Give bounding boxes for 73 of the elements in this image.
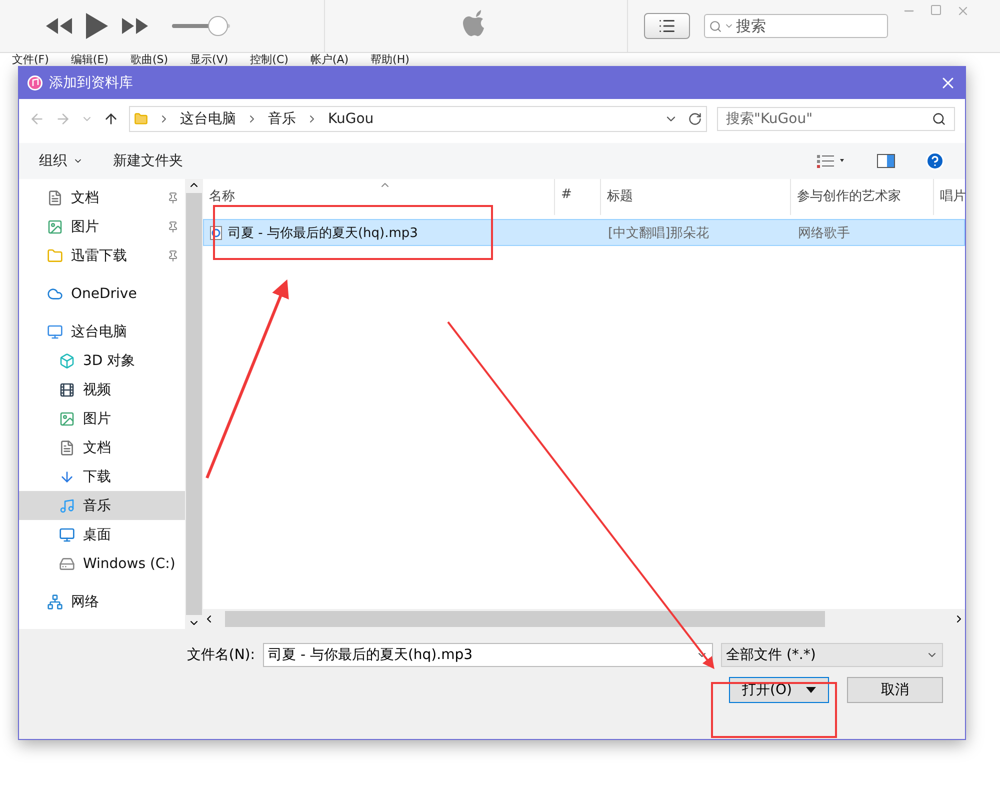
scrollbar[interactable] bbox=[203, 609, 965, 629]
nav-item[interactable]: 这台电脑 bbox=[19, 317, 185, 346]
nav-item[interactable]: 图片 bbox=[19, 404, 185, 433]
column-header[interactable]: 标题 bbox=[601, 179, 791, 215]
nav-item[interactable]: 视频 bbox=[19, 375, 185, 404]
cube-icon bbox=[59, 352, 75, 368]
scrollbar[interactable] bbox=[185, 179, 203, 629]
dialog-title: 添加到资料库 bbox=[49, 74, 134, 92]
table-cell-text: 网络歌手 bbox=[797, 224, 851, 242]
list-icon bbox=[658, 17, 676, 35]
search-icon bbox=[709, 20, 722, 32]
computer-icon bbox=[47, 324, 63, 340]
folder-icon bbox=[47, 248, 63, 264]
caret-icon[interactable] bbox=[806, 687, 816, 693]
music-app-icon bbox=[27, 75, 43, 91]
nav-item[interactable]: 3D 对象 bbox=[19, 346, 185, 375]
help-icon[interactable] bbox=[925, 151, 945, 171]
nav-item[interactable]: 文档 bbox=[19, 433, 185, 462]
file-type-select[interactable]: 全部文件 (*.*) bbox=[721, 643, 943, 667]
menu-item[interactable]: 控制(C) bbox=[250, 53, 288, 66]
menu-item[interactable]: 帮助(H) bbox=[370, 53, 410, 66]
list-view-button[interactable] bbox=[644, 13, 690, 39]
breadcrumb-item[interactable]: 这台电脑 bbox=[180, 110, 236, 128]
image-icon bbox=[47, 218, 63, 234]
breadcrumb-item[interactable]: 音乐 bbox=[268, 110, 296, 128]
folder-icon bbox=[134, 112, 148, 126]
toolbar-button[interactable]: 组织 bbox=[39, 148, 83, 174]
search-icon bbox=[932, 112, 946, 126]
menu-item[interactable]: 文件(F) bbox=[12, 53, 49, 66]
play-icon[interactable] bbox=[86, 13, 108, 39]
nav-item[interactable]: 迅雷下载 bbox=[19, 241, 185, 270]
address-bar[interactable]: 这台电脑 音乐 KuGou bbox=[129, 106, 707, 132]
rewind-icon[interactable] bbox=[46, 18, 72, 34]
menu-item[interactable]: 歌曲(S) bbox=[130, 53, 168, 66]
field-label: 文件名(N): bbox=[186, 646, 255, 664]
column-header[interactable]: # bbox=[555, 179, 601, 215]
menu-item[interactable]: 帐户(A) bbox=[310, 53, 349, 66]
nav-item[interactable]: 下载 bbox=[19, 462, 185, 491]
nav-item[interactable]: 图片 bbox=[19, 212, 185, 241]
column-header[interactable]: 参与创作的艺术家 bbox=[791, 179, 934, 215]
document-icon bbox=[59, 440, 75, 456]
refresh-icon[interactable] bbox=[688, 112, 702, 126]
music-note-icon bbox=[59, 498, 75, 514]
up-icon[interactable] bbox=[103, 111, 119, 127]
view-options-icon[interactable] bbox=[817, 154, 847, 168]
image-icon bbox=[59, 410, 75, 426]
nav-item[interactable]: OneDrive bbox=[19, 279, 185, 308]
search-field[interactable]: 搜索"KuGou" bbox=[717, 107, 955, 131]
document-icon bbox=[47, 190, 63, 206]
table-cell-text: [中文翻唱]那朵花 bbox=[607, 224, 710, 242]
breadcrumb-item[interactable]: KuGou bbox=[328, 111, 374, 127]
input-field[interactable]: 司夏 - 与你最后的夏天(hq).mp3 bbox=[263, 643, 713, 667]
nav-item[interactable]: Windows (C:) bbox=[19, 549, 185, 578]
file-row[interactable]: 司夏 - 与你最后的夏天(hq).mp3 [中文翻唱]那朵花 网络歌手 bbox=[203, 219, 965, 246]
drive-icon bbox=[59, 556, 75, 572]
network-icon bbox=[47, 594, 63, 610]
toolbar-button[interactable]: 新建文件夹 bbox=[113, 148, 183, 174]
menu-item[interactable]: 编辑(E) bbox=[70, 53, 108, 66]
cancel-button[interactable]: 取消 bbox=[847, 677, 943, 703]
fast-forward-icon[interactable] bbox=[122, 18, 148, 34]
film-icon bbox=[59, 382, 75, 398]
search-field[interactable]: 搜索 bbox=[704, 14, 888, 38]
nav-item[interactable]: 网络 bbox=[19, 587, 185, 616]
column-header[interactable]: 名称 bbox=[203, 179, 555, 215]
nav-item[interactable]: 桌面 bbox=[19, 520, 185, 549]
down-arrow-icon bbox=[59, 468, 75, 484]
preview-pane-icon[interactable] bbox=[877, 154, 895, 168]
nav-item[interactable]: 文档 bbox=[19, 183, 185, 212]
cloud-icon bbox=[47, 286, 63, 302]
table-cell: 司夏 - 与你最后的夏天(hq).mp3 bbox=[204, 224, 556, 242]
nav-item[interactable]: 音乐 bbox=[19, 491, 185, 520]
monitor-icon bbox=[59, 526, 75, 542]
menu-item[interactable]: 显示(V) bbox=[190, 53, 228, 66]
